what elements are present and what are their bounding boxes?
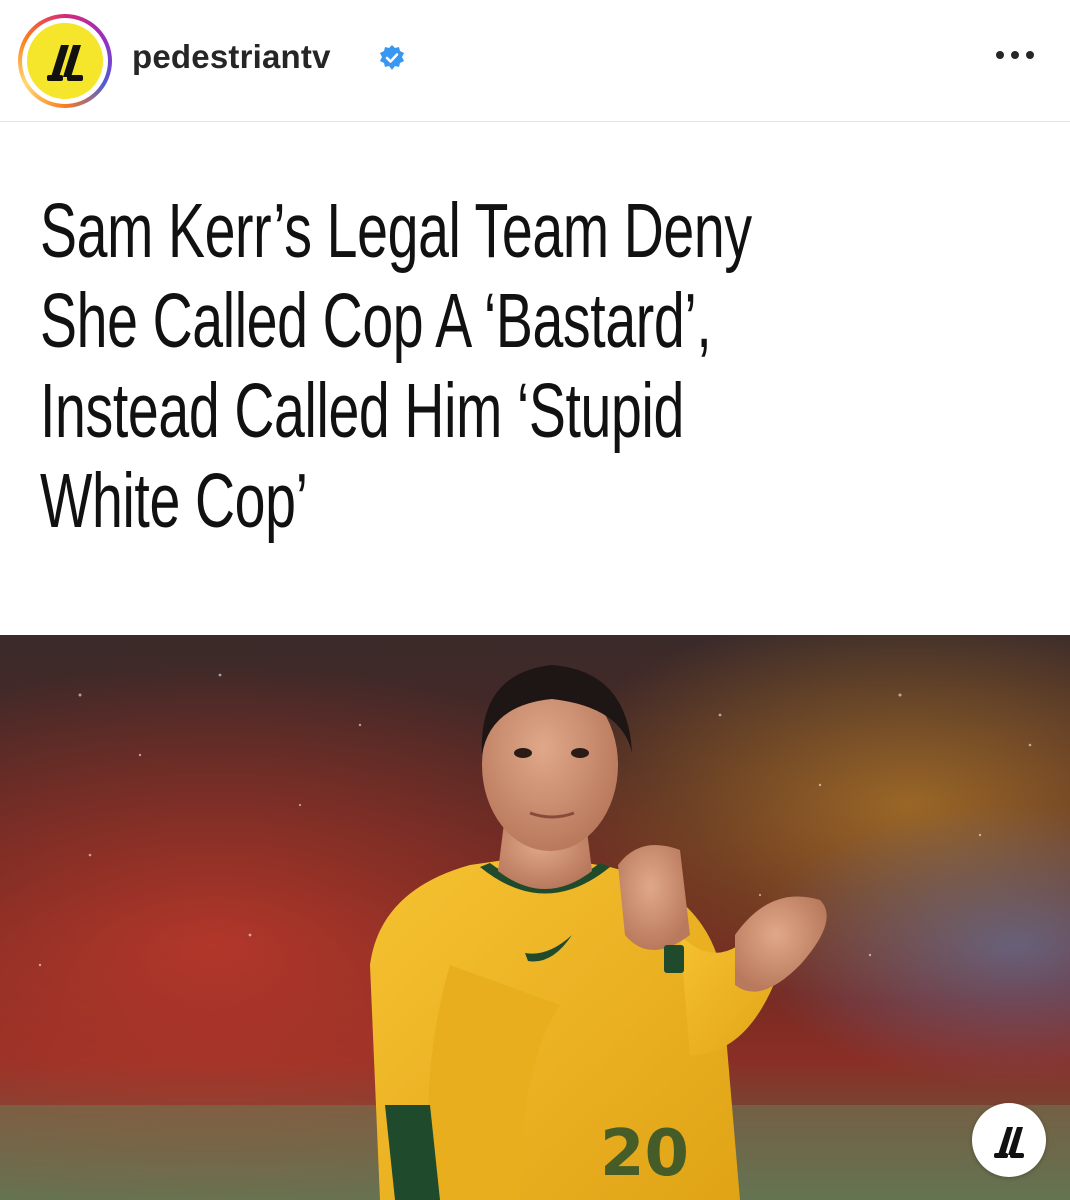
post-header: pedestriantv xyxy=(0,0,1070,122)
headline-line: She Called Cop A ‘Bastard’, xyxy=(40,278,712,364)
headline-line: White Cop’ xyxy=(40,458,308,544)
brand-badge xyxy=(972,1103,1046,1177)
pedestrian-logo-icon xyxy=(27,23,103,99)
pedestrian-logo-icon xyxy=(994,1127,1024,1158)
username[interactable]: pedestriantv xyxy=(132,38,331,76)
avatar-story-ring[interactable] xyxy=(18,14,112,108)
article-headline: Sam Kerr’s Legal Team Deny She Called Co… xyxy=(40,186,1019,546)
headline-line: Instead Called Him ‘Stupid xyxy=(40,368,684,454)
more-horizontal-icon[interactable] xyxy=(992,44,1038,66)
verified-badge-icon xyxy=(380,45,404,70)
headline-line: Sam Kerr’s Legal Team Deny xyxy=(40,188,752,274)
jersey-number: 20 xyxy=(600,1117,689,1191)
player-photo: 20 xyxy=(0,635,1070,1200)
avatar[interactable] xyxy=(27,23,103,99)
article-photo[interactable]: 20 xyxy=(0,635,1070,1200)
